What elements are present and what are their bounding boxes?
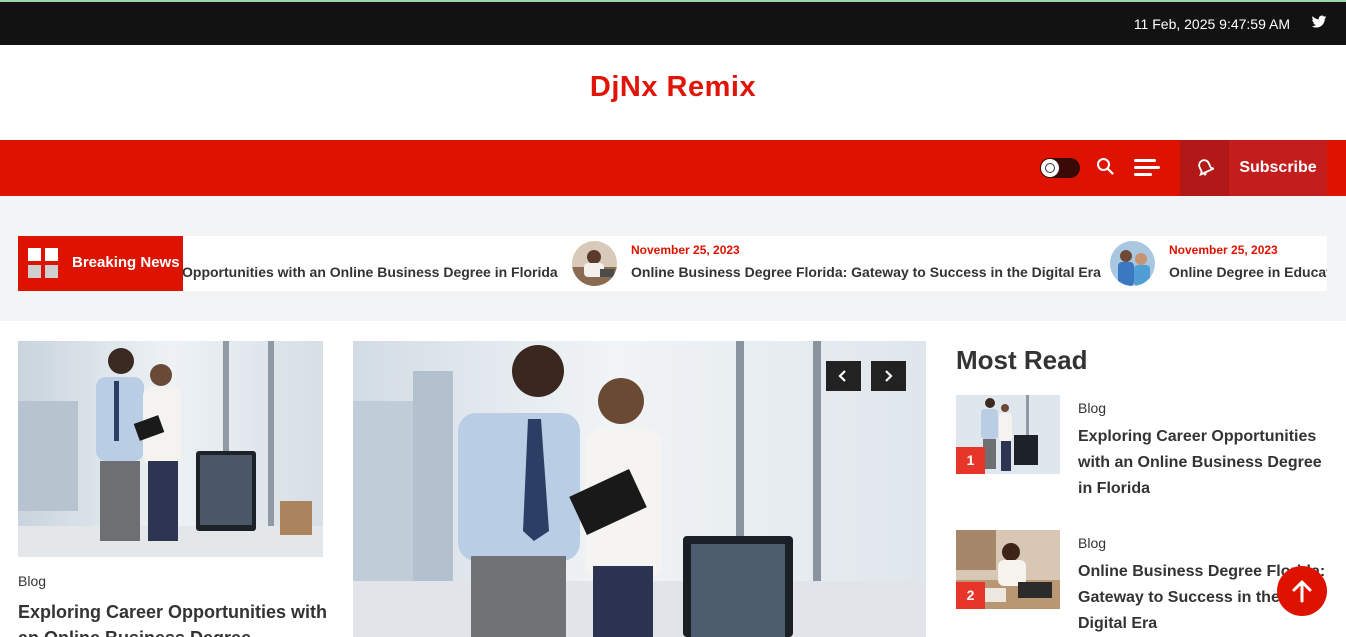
card-title[interactable]: Exploring Career Opportunities with an O…	[18, 599, 328, 637]
subscribe-label: Subscribe	[1239, 159, 1317, 176]
rank-badge: 1	[956, 447, 985, 474]
top-bar: 11 Feb, 2025 9:47:59 AM	[0, 0, 1346, 45]
slider-prev-button[interactable]	[826, 361, 861, 391]
sun-icon	[1045, 163, 1055, 173]
most-read-title[interactable]: Exploring Career Opportunities with an O…	[1078, 424, 1328, 502]
featured-card-image[interactable]	[18, 341, 323, 557]
ticker-thumbnail	[572, 241, 617, 286]
site-title[interactable]: DjNx Remix	[0, 71, 1346, 104]
grid-icon	[28, 248, 58, 278]
chevron-right-icon	[885, 370, 893, 382]
ticker-item[interactable]: November 25, 2023 Online Degree in Educa…	[1110, 236, 1327, 291]
menu-icon[interactable]	[1134, 159, 1160, 177]
toggle-knob	[1041, 159, 1059, 177]
back-to-top-button[interactable]	[1277, 566, 1327, 616]
date-time: 11 Feb, 2025 9:47:59 AM	[1133, 16, 1290, 32]
bell-icon-box	[1180, 140, 1229, 196]
ticker-date: November 25, 2023	[1169, 243, 1278, 257]
ticker-title: Online Degree in Educat	[1169, 264, 1327, 280]
ticker-title: Online Business Degree Florida: Gateway …	[631, 264, 1101, 280]
slider-next-button[interactable]	[871, 361, 906, 391]
rank-badge: 2	[956, 582, 985, 609]
arrow-up-icon	[1292, 580, 1312, 603]
masthead: DjNx Remix	[0, 45, 1346, 140]
search-icon[interactable]	[1096, 157, 1114, 175]
subscribe-button[interactable]: Subscribe	[1180, 140, 1327, 196]
chevron-left-icon	[838, 370, 846, 382]
most-read-category[interactable]: Blog	[1078, 535, 1106, 551]
theme-toggle[interactable]	[1040, 158, 1080, 178]
most-read-category[interactable]: Blog	[1078, 400, 1106, 416]
ticker-date: November 25, 2023	[631, 243, 740, 257]
ticker-item[interactable]: Opportunities with an Online Business De…	[182, 264, 558, 280]
card-category[interactable]: Blog	[18, 573, 46, 589]
bell-icon	[1198, 159, 1214, 176]
twitter-icon[interactable]	[1311, 14, 1327, 30]
ticker-item[interactable]: November 25, 2023 Online Business Degree…	[572, 236, 1101, 291]
breaking-news-label: Breaking News	[72, 254, 180, 271]
most-read-heading: Most Read	[956, 345, 1088, 375]
breaking-news-ticker: Breaking News Opportunities with an Onli…	[18, 236, 1327, 291]
breaking-news-badge: Breaking News	[18, 236, 183, 291]
ticker-thumbnail	[1110, 241, 1155, 286]
